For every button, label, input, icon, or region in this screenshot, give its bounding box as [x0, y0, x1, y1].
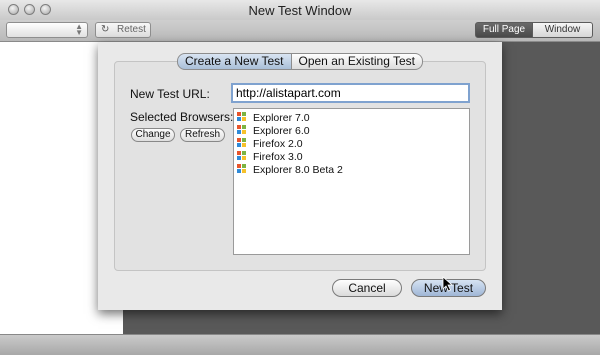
windows-icon [237, 112, 247, 122]
title-bar: New Test Window [0, 0, 600, 21]
windows-icon [237, 138, 247, 148]
full-page-toggle[interactable]: Full Page [475, 22, 533, 38]
list-item[interactable]: Explorer 7.0 [237, 112, 310, 125]
browser-name: Explorer 7.0 [253, 112, 310, 124]
browser-name: Firefox 3.0 [253, 151, 303, 163]
tab-bar: Create a New Test Open an Existing Test [177, 53, 424, 70]
refresh-icon: ↻ [101, 24, 110, 35]
browser-name: Firefox 2.0 [253, 138, 303, 150]
url-input[interactable] [231, 83, 470, 103]
browser-list[interactable]: Explorer 7.0 Explorer 6.0 Firefox 2.0 Fi… [233, 108, 470, 255]
toolbar: ▲ ▼ ↻ Retest Full Page Window [0, 20, 600, 42]
window-title: New Test Window [248, 3, 352, 18]
browser-name: Explorer 8.0 Beta 2 [253, 164, 343, 176]
windows-icon [237, 125, 247, 135]
change-button[interactable]: Change [131, 128, 175, 142]
refresh-button[interactable]: Refresh [180, 128, 225, 142]
browsers-label: Selected Browsers: [130, 110, 234, 124]
cancel-button[interactable]: Cancel [332, 279, 402, 297]
popup-arrows-icon: ▲ ▼ [75, 22, 83, 37]
windows-icon [237, 151, 247, 161]
mouse-cursor-icon [442, 276, 454, 292]
browser-name: Explorer 6.0 [253, 125, 310, 137]
windows-icon [237, 164, 247, 174]
retest-button[interactable]: ↻ Retest [95, 22, 151, 38]
url-history-popup[interactable]: ▲ ▼ [6, 22, 88, 38]
list-item[interactable]: Explorer 6.0 [237, 125, 310, 138]
list-item[interactable]: Firefox 3.0 [237, 151, 303, 164]
tab-open-existing-test[interactable]: Open an Existing Test [291, 53, 424, 70]
window-toggle[interactable]: Window [533, 22, 593, 38]
status-bar [0, 334, 600, 355]
list-item[interactable]: Firefox 2.0 [237, 138, 303, 151]
tab-create-new-test[interactable]: Create a New Test [177, 53, 292, 70]
retest-label: Retest [117, 24, 146, 35]
list-item[interactable]: Explorer 8.0 Beta 2 [237, 164, 343, 177]
url-label: New Test URL: [130, 87, 210, 101]
